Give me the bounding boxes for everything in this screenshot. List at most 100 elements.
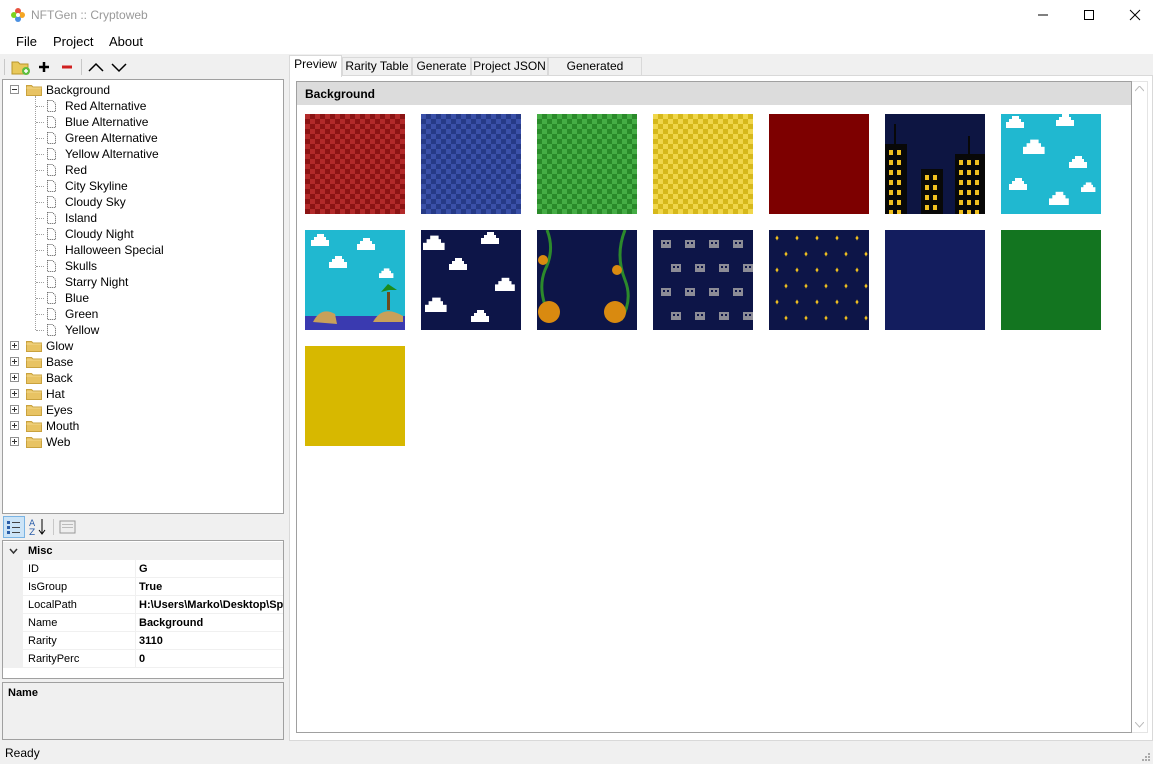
add-item-button[interactable] <box>34 58 54 76</box>
tree-node-item[interactable]: Cloudy Sky <box>65 194 126 210</box>
tree-node-group[interactable]: Hat <box>46 386 65 402</box>
folder-icon <box>26 405 42 416</box>
expand-group-toggle[interactable] <box>10 405 19 414</box>
category-label: Misc <box>28 545 53 557</box>
menu-about[interactable]: About <box>109 34 143 49</box>
tree-node-item[interactable]: Green Alternative <box>65 130 158 146</box>
preview-thumbnail-red-alternative[interactable] <box>305 114 405 214</box>
svg-text:Z: Z <box>29 528 35 538</box>
close-button[interactable] <box>1112 0 1153 30</box>
app-flower-icon <box>11 8 25 22</box>
item-file-icon <box>47 212 56 224</box>
property-value[interactable]: G <box>139 563 148 575</box>
expand-group-toggle[interactable] <box>10 373 19 382</box>
expand-group-toggle[interactable] <box>10 341 19 350</box>
description-title: Name <box>8 687 38 699</box>
collapse-chevron-icon <box>9 548 18 555</box>
property-value[interactable]: H:\Users\Marko\Desktop\Sp <box>139 599 283 611</box>
property-row[interactable]: IsGroup True <box>3 578 283 596</box>
preview-thumbnail-cloudy-night[interactable] <box>421 230 521 330</box>
tree-node-group[interactable]: Mouth <box>46 418 79 434</box>
tree-node-item[interactable]: Yellow Alternative <box>65 146 159 162</box>
tab-project-json[interactable]: Project JSON <box>471 57 548 76</box>
tree-node-item[interactable]: City Skyline <box>65 178 128 194</box>
folder-icon <box>26 389 42 400</box>
move-up-button[interactable] <box>86 58 106 76</box>
property-row[interactable]: RarityPerc 0 <box>3 650 283 668</box>
menu-file[interactable]: File <box>16 34 37 49</box>
preview-thumbnail-city-skyline[interactable] <box>885 114 985 214</box>
item-file-icon <box>47 308 56 320</box>
expand-group-toggle[interactable] <box>10 421 19 430</box>
preview-thumbnail-green-alternative[interactable] <box>537 114 637 214</box>
collapse-background-toggle[interactable] <box>10 85 19 94</box>
alphabetical-button[interactable]: A Z <box>27 516 49 538</box>
tree-node-group[interactable]: Back <box>46 370 73 386</box>
property-value[interactable]: 3110 <box>139 635 163 647</box>
tab-rarity-table[interactable]: Rarity Table <box>342 57 412 76</box>
add-folder-button[interactable] <box>11 58 31 76</box>
folder-icon <box>26 357 42 368</box>
tree-node-group[interactable]: Eyes <box>46 402 73 418</box>
preview-thumbnail-yellow-alternative[interactable] <box>653 114 753 214</box>
tree-node-item[interactable]: Starry Night <box>65 274 128 290</box>
item-file-icon <box>47 260 56 272</box>
preview-thumbnail-halloween-special[interactable] <box>537 230 637 330</box>
preview-thumbnail-blue-alternative[interactable] <box>421 114 521 214</box>
preview-thumbnail-starry-night[interactable] <box>769 230 869 330</box>
preview-thumbnail-yellow[interactable] <box>305 346 405 446</box>
property-name: RarityPerc <box>28 653 80 665</box>
remove-item-button[interactable] <box>57 58 77 76</box>
tree-node-item[interactable]: Skulls <box>65 258 97 274</box>
property-description: Name <box>2 682 284 740</box>
property-pages-button[interactable] <box>57 516 79 538</box>
property-grid[interactable]: Misc ID G IsGroup True LocalPath H:\User… <box>2 540 284 679</box>
tree-node-item[interactable]: Red <box>65 162 87 178</box>
maximize-button[interactable] <box>1066 0 1112 30</box>
preview-thumbnail-green[interactable] <box>1001 230 1101 330</box>
item-file-icon <box>47 244 56 256</box>
minimize-button[interactable] <box>1020 0 1066 30</box>
tab-generate[interactable]: Generate <box>412 57 471 76</box>
item-file-icon <box>47 116 56 128</box>
tab-preview[interactable]: Preview <box>289 55 342 77</box>
preview-thumbnail-red[interactable] <box>769 114 869 214</box>
property-category[interactable]: Misc <box>3 542 283 560</box>
property-row[interactable]: LocalPath H:\Users\Marko\Desktop\Sp <box>3 596 283 614</box>
tree-node-item[interactable]: Blue Alternative <box>65 114 148 130</box>
tree-node-item[interactable]: Blue <box>65 290 89 306</box>
tree-node-item[interactable]: Green <box>65 306 98 322</box>
menu-project[interactable]: Project <box>53 34 93 49</box>
preview-thumbnail-blue[interactable] <box>885 230 985 330</box>
preview-thumbnail-skulls[interactable] <box>653 230 753 330</box>
property-value[interactable]: Background <box>139 617 203 629</box>
categorized-button[interactable] <box>3 516 25 538</box>
tab-generated-json[interactable]: Generated JSON <box>548 57 642 90</box>
tree-node-item[interactable]: Halloween Special <box>65 242 164 258</box>
property-row[interactable]: ID G <box>3 560 283 578</box>
tree-node-item[interactable]: Yellow <box>65 322 99 338</box>
tree-node-item[interactable]: Cloudy Night <box>65 226 134 242</box>
move-down-button[interactable] <box>109 58 129 76</box>
tree-node-group[interactable]: Base <box>46 354 73 370</box>
tree-node-group[interactable]: Glow <box>46 338 73 354</box>
thumbnail-image <box>1001 114 1101 214</box>
tree-node-group[interactable]: Web <box>46 434 70 450</box>
property-row[interactable]: Rarity 3110 <box>3 632 283 650</box>
expand-group-toggle[interactable] <box>10 389 19 398</box>
expand-group-toggle[interactable] <box>10 357 19 366</box>
expand-group-toggle[interactable] <box>10 437 19 446</box>
tree-node-item[interactable]: Island <box>65 210 97 226</box>
item-file-icon <box>47 292 56 304</box>
tree-node-background[interactable]: Background <box>46 82 110 98</box>
preview-thumbnail-cloudy-sky[interactable] <box>1001 114 1101 214</box>
preview-scrollbar[interactable] <box>1132 81 1148 733</box>
resize-grip-icon[interactable] <box>1140 751 1150 761</box>
tree-node-item[interactable]: Red Alternative <box>65 98 146 114</box>
property-row[interactable]: Name Background <box>3 614 283 632</box>
layer-tree[interactable]: Background Red Alternative Blue Alternativ… <box>2 79 284 514</box>
property-value[interactable]: 0 <box>139 653 145 665</box>
thumbnail-image <box>885 114 985 214</box>
property-value[interactable]: True <box>139 581 162 593</box>
preview-thumbnail-island[interactable] <box>305 230 405 330</box>
